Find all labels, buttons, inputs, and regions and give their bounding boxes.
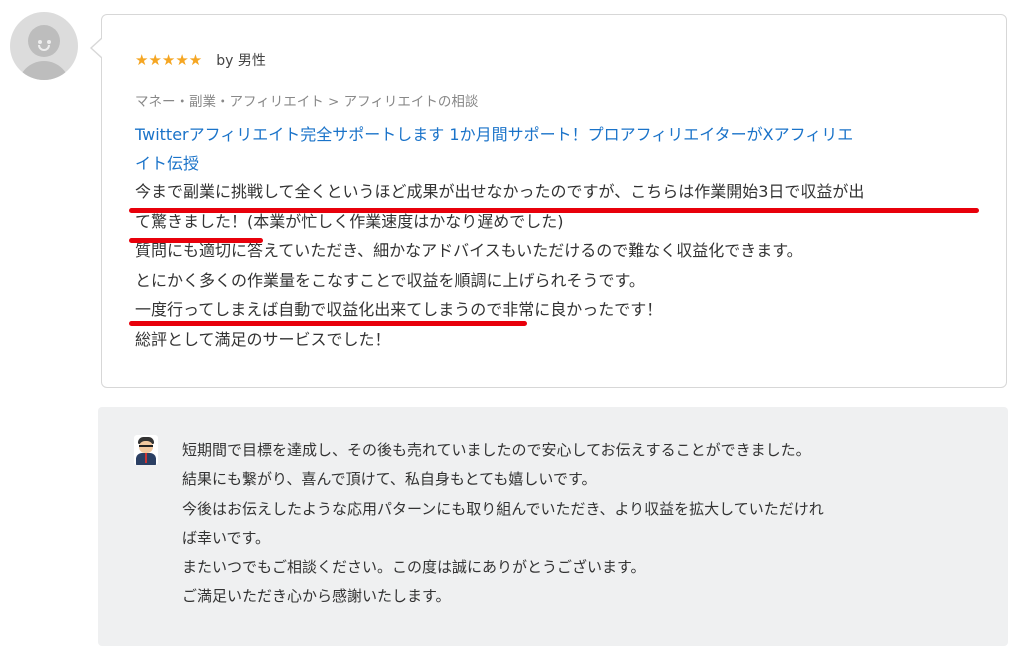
- service-category-breadcrumb: マネー・副業・アフィリエイト > アフィリエイトの相談: [135, 94, 479, 110]
- reply-line: 短期間で目標を達成し、その後も売れていましたので安心してお伝えすることができまし…: [182, 441, 811, 459]
- reviewer-avatar-icon: [10, 12, 78, 80]
- highlight-underline: [129, 238, 263, 243]
- review-body: 今まで副業に挑戦して全くというほど成果が出せなかったのですが、こちらは作業開始3…: [135, 177, 995, 354]
- reply-line: またいつでもご相談ください。この度は誠にありがとうございます。: [182, 558, 646, 577]
- seller-reply-box: 短期間で目標を達成し、その後も売れていましたので安心してお伝えすることができまし…: [98, 407, 1008, 646]
- review-line: 今まで副業に挑戦して全くというほど成果が出せなかったのですが、こちらは作業開始3…: [135, 182, 865, 201]
- seller-avatar-icon: [134, 435, 158, 465]
- rating-row: ★★★★★ by 男性: [135, 49, 266, 71]
- reply-line: 今後はお伝えしたような応用パターンにも取り組んでいただき、より収益を拡大していた…: [182, 499, 824, 518]
- service-title-line-2: イト伝授: [135, 154, 200, 173]
- rating-stars-icon: ★★★★★: [135, 51, 203, 69]
- highlight-underline: [129, 208, 979, 213]
- review-card: ★★★★★ by 男性 マネー・副業・アフィリエイト > アフィリエイトの相談 …: [90, 14, 1007, 388]
- service-title-link[interactable]: Twitterアフィリエイト完全サポートします 1か月間サポート！プロアフィリエ…: [135, 120, 985, 178]
- review-line: 質問にも適切に答えていただき、細かなアドバイスもいただけるので難なく収益化できま…: [135, 241, 803, 260]
- seller-reply-text: 短期間で目標を達成し、その後も売れていましたので安心してお伝えすることができまし…: [182, 436, 982, 612]
- reply-line: ご満足いただき心から感謝いたします。: [182, 587, 451, 606]
- service-title-line-1: Twitterアフィリエイト完全サポートします 1か月間サポート！プロアフィリエ…: [135, 125, 854, 144]
- review-line: 総評として満足のサービスでした！: [135, 329, 391, 349]
- reply-line: 結果にも繋がり、喜んで頂けて、私自身もとても嬉しいです。: [182, 470, 597, 489]
- reply-line: ば幸いです。: [182, 528, 271, 547]
- review-line: とにかく多くの作業量をこなすことで収益を順調に上げられそうです。: [135, 270, 645, 290]
- reviewer-label: by 男性: [216, 53, 266, 69]
- highlight-underline: [129, 321, 527, 326]
